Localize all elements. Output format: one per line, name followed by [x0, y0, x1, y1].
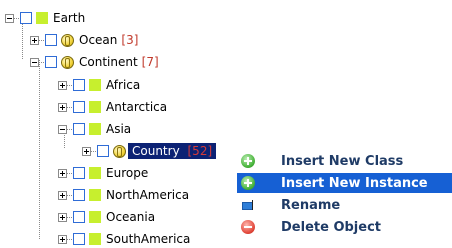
- tree-node-continent[interactable]: Continent [7]: [30, 53, 159, 71]
- class-icon: [61, 33, 74, 47]
- node-label: NorthAmerica: [106, 188, 190, 202]
- node-checkbox[interactable]: [45, 56, 57, 68]
- expand-toggle-icon[interactable]: [58, 80, 67, 90]
- collapse-toggle-icon[interactable]: [5, 13, 14, 23]
- tree-guide-line: [22, 24, 23, 60]
- tree-node-asia[interactable]: Asia: [58, 120, 131, 138]
- instance-count: [3]: [121, 33, 139, 47]
- tree-node-europe[interactable]: Europe: [58, 164, 148, 182]
- tree-node-southamerica[interactable]: SouthAmerica: [58, 230, 190, 248]
- tree-connector: [67, 216, 72, 218]
- node-label: SouthAmerica: [106, 232, 191, 246]
- node-checkbox[interactable]: [73, 167, 85, 179]
- tree-node-northamerica[interactable]: NorthAmerica: [58, 186, 189, 204]
- node-label: Oceania: [106, 210, 156, 224]
- tree-connector: [67, 106, 72, 108]
- node-checkbox[interactable]: [73, 233, 85, 245]
- node-label: Africa: [106, 78, 141, 92]
- node-label: Europe: [106, 166, 149, 180]
- tree-node-africa[interactable]: Africa: [58, 76, 140, 94]
- selected-node-label[interactable]: Country [52]: [128, 143, 217, 159]
- category-square-icon: [89, 233, 101, 245]
- tree-connector: [67, 172, 72, 174]
- collapse-toggle-icon[interactable]: [30, 57, 39, 67]
- node-checkbox[interactable]: [20, 12, 32, 24]
- tree-connector: [67, 238, 72, 240]
- tree-connector: [14, 17, 19, 19]
- category-square-icon: [89, 123, 101, 135]
- tree-connector: [67, 128, 72, 130]
- menu-item-label: Rename: [281, 197, 341, 213]
- tree-connector: [67, 84, 72, 86]
- node-checkbox[interactable]: [73, 189, 85, 201]
- expand-toggle-icon[interactable]: [58, 168, 67, 178]
- expand-toggle-icon[interactable]: [58, 102, 67, 112]
- category-square-icon: [89, 167, 101, 179]
- node-label: Continent: [79, 55, 138, 69]
- rename-icon: [241, 198, 255, 212]
- node-checkbox[interactable]: [73, 123, 85, 135]
- add-circle-icon: [241, 176, 255, 190]
- tree-node-oceania[interactable]: Oceania: [58, 208, 155, 226]
- expand-toggle-icon[interactable]: [82, 146, 91, 156]
- class-icon: [113, 144, 126, 158]
- category-square-icon: [36, 12, 48, 24]
- node-checkbox[interactable]: [73, 211, 85, 223]
- instance-count: [7]: [141, 55, 159, 69]
- add-circle-icon: [241, 154, 255, 168]
- context-menu: Insert New Class Insert New Instance Ren…: [237, 151, 452, 242]
- tree-connector: [91, 150, 96, 152]
- node-label: Earth: [53, 11, 86, 25]
- tree-node-country[interactable]: Country [52]: [82, 142, 217, 160]
- expand-toggle-icon[interactable]: [30, 35, 39, 45]
- tree-node-antarctica[interactable]: Antarctica: [58, 98, 167, 116]
- expand-toggle-icon[interactable]: [58, 190, 67, 200]
- delete-circle-icon: [241, 220, 255, 234]
- node-label: Antarctica: [106, 100, 168, 114]
- category-square-icon: [89, 79, 101, 91]
- node-checkbox[interactable]: [45, 34, 57, 46]
- tree-node-ocean[interactable]: Ocean [3]: [30, 31, 138, 49]
- menu-item-delete-object[interactable]: Delete Object: [237, 217, 452, 237]
- category-square-icon: [89, 211, 101, 223]
- tree-guide-line: [39, 60, 40, 240]
- tree-connector: [39, 39, 44, 41]
- menu-item-label: Insert New Class: [281, 153, 404, 169]
- node-checkbox[interactable]: [73, 101, 85, 113]
- class-icon: [61, 55, 74, 69]
- node-checkbox[interactable]: [73, 79, 85, 91]
- tree-node-earth[interactable]: Earth: [5, 9, 85, 27]
- tree-connector: [67, 194, 72, 196]
- category-square-icon: [89, 101, 101, 113]
- expand-toggle-icon[interactable]: [58, 234, 67, 244]
- expand-toggle-icon[interactable]: [58, 212, 67, 222]
- node-label: Asia: [106, 122, 132, 136]
- instance-count: [52]: [187, 144, 213, 158]
- menu-item-insert-new-class[interactable]: Insert New Class: [237, 151, 452, 171]
- node-label: Country: [132, 144, 180, 158]
- menu-item-label: Delete Object: [281, 219, 381, 235]
- menu-item-insert-new-instance[interactable]: Insert New Instance: [237, 173, 452, 193]
- collapse-toggle-icon[interactable]: [58, 124, 67, 134]
- menu-item-label: Insert New Instance: [281, 175, 428, 191]
- menu-item-rename[interactable]: Rename: [237, 195, 452, 215]
- node-checkbox[interactable]: [97, 145, 109, 157]
- node-label: Ocean: [79, 33, 118, 47]
- category-square-icon: [89, 189, 101, 201]
- tree-connector: [39, 61, 44, 63]
